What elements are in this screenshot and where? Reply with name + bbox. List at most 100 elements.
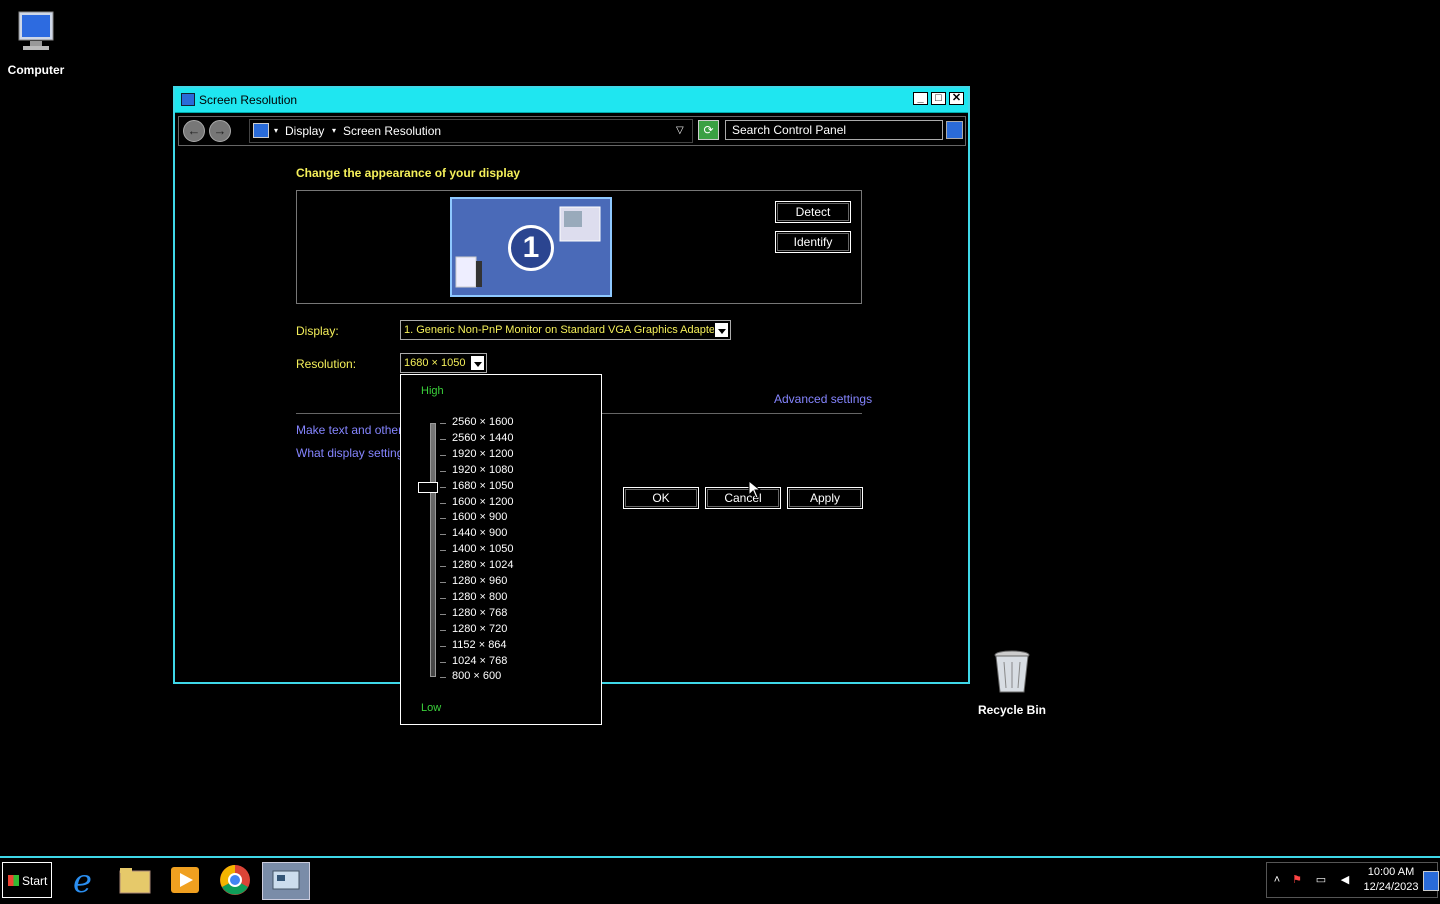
action-center-icon[interactable]: ⚑ bbox=[1290, 873, 1304, 887]
chevron-down-icon[interactable] bbox=[470, 355, 485, 371]
cancel-button[interactable]: Cancel bbox=[705, 487, 781, 509]
recycle-bin-icon bbox=[994, 650, 1030, 693]
resolution-option[interactable]: 1152 × 864 bbox=[452, 639, 507, 651]
identify-button[interactable]: Identify bbox=[775, 231, 851, 253]
resolution-option[interactable]: 1680 × 1050 bbox=[452, 480, 513, 492]
desktop-icon-recycle-bin[interactable]: Recycle Bin bbox=[972, 648, 1052, 717]
search-input[interactable]: Search Control Panel bbox=[725, 120, 943, 140]
display-select-value: 1. Generic Non-PnP Monitor on Standard V… bbox=[404, 324, 719, 336]
close-button[interactable]: ✕ bbox=[949, 92, 964, 105]
slider-tick bbox=[440, 486, 446, 488]
resolution-option[interactable]: 2560 × 1440 bbox=[452, 432, 513, 444]
window-title: Screen Resolution bbox=[199, 93, 298, 107]
forward-button[interactable]: → bbox=[209, 120, 231, 142]
slider-tick bbox=[440, 566, 446, 568]
network-icon[interactable]: ▭ bbox=[1314, 873, 1328, 887]
address-bar: ← → ▾ Display ▾ Screen Resolution ▽ ⟳ Se… bbox=[178, 116, 966, 146]
mouse-cursor-icon bbox=[748, 480, 762, 499]
desktop-icon-computer[interactable]: Computer bbox=[0, 8, 76, 77]
slider-tick bbox=[440, 423, 446, 424]
breadcrumb-chevron-icon: ▾ bbox=[332, 126, 337, 135]
back-button[interactable]: ← bbox=[183, 120, 205, 142]
volume-icon[interactable]: ◀ bbox=[1338, 873, 1352, 887]
display-label: Display: bbox=[296, 324, 339, 338]
slider-thumb[interactable] bbox=[418, 481, 438, 493]
resolution-option[interactable]: 1920 × 1200 bbox=[452, 448, 513, 460]
slider-tick bbox=[440, 677, 446, 679]
display-app-icon bbox=[181, 93, 195, 106]
slider-tick bbox=[440, 661, 446, 663]
resolution-option[interactable]: 2560 × 1600 bbox=[452, 416, 513, 428]
chevron-down-icon[interactable] bbox=[714, 322, 729, 338]
resolution-option[interactable]: 1280 × 800 bbox=[452, 591, 507, 603]
slider-tick bbox=[440, 597, 446, 599]
high-label: High bbox=[421, 385, 444, 397]
resolution-option[interactable]: 1280 × 960 bbox=[452, 575, 507, 587]
search-placeholder: Search Control Panel bbox=[732, 123, 847, 137]
detect-button[interactable]: Detect bbox=[775, 201, 851, 223]
file-explorer-icon[interactable] bbox=[117, 862, 153, 898]
resolution-label: Resolution: bbox=[296, 357, 357, 371]
slider-tick bbox=[440, 534, 446, 536]
title-bar[interactable]: Screen Resolution _ □ ✕ bbox=[175, 88, 968, 113]
text-size-link[interactable]: Make text and other it bbox=[296, 423, 411, 437]
start-label: Start bbox=[22, 874, 48, 888]
taskbar: Start e ˄ ⚑ ▭ ◀ 10:00 AM 12/24/2023 bbox=[0, 856, 1440, 900]
slider-tick bbox=[440, 518, 446, 520]
desktop-icon-label: Recycle Bin bbox=[977, 703, 1047, 717]
slider-track bbox=[430, 423, 436, 677]
slider-tick bbox=[440, 550, 446, 552]
resolution-option[interactable]: 800 × 600 bbox=[452, 670, 501, 682]
start-button[interactable]: Start bbox=[2, 862, 52, 898]
maximize-button[interactable]: □ bbox=[931, 92, 946, 105]
breadcrumb-screen-resolution[interactable]: Screen Resolution bbox=[343, 124, 441, 138]
resolution-option[interactable]: 1920 × 1080 bbox=[452, 464, 513, 476]
resolution-option[interactable]: 1280 × 768 bbox=[452, 607, 507, 619]
monitor-preview-area: 1 Detect Identify bbox=[296, 190, 862, 304]
monitor-number: 1 bbox=[508, 225, 554, 271]
ok-button[interactable]: OK bbox=[623, 487, 699, 509]
resolution-select[interactable]: 1680 × 1050 bbox=[400, 353, 487, 373]
display-select[interactable]: 1. Generic Non-PnP Monitor on Standard V… bbox=[400, 320, 731, 340]
internet-explorer-icon[interactable]: e bbox=[67, 862, 103, 900]
clock-time: 10:00 AM bbox=[1367, 866, 1415, 878]
low-label: Low bbox=[421, 702, 442, 714]
breadcrumb-chevron-icon: ▾ bbox=[274, 126, 279, 135]
desktop-icon-label: Computer bbox=[7, 63, 65, 77]
display-settings-help-link[interactable]: What display settings bbox=[296, 446, 409, 460]
slider-tick bbox=[440, 613, 446, 615]
resolution-option[interactable]: 1400 × 1050 bbox=[452, 543, 513, 555]
advanced-settings-link[interactable]: Advanced settings bbox=[774, 392, 872, 406]
refresh-button[interactable]: ⟳ bbox=[698, 120, 719, 140]
slider-tick bbox=[440, 454, 446, 456]
apply-button[interactable]: Apply bbox=[787, 487, 863, 509]
chrome-icon[interactable] bbox=[217, 862, 253, 898]
resolution-option[interactable]: 1024 × 768 bbox=[452, 655, 507, 667]
system-tray: ˄ ⚑ ▭ ◀ 10:00 AM 12/24/2023 bbox=[1266, 862, 1439, 898]
resolution-option[interactable]: 1600 × 900 bbox=[452, 511, 507, 523]
resolution-option[interactable]: 1600 × 1200 bbox=[452, 496, 513, 508]
resolution-option[interactable]: 1440 × 900 bbox=[452, 527, 507, 539]
page-heading: Change the appearance of your display bbox=[296, 166, 521, 180]
slider-tick bbox=[440, 438, 446, 440]
minimize-button[interactable]: _ bbox=[913, 92, 928, 105]
history-dropdown-icon[interactable]: ▽ bbox=[676, 125, 684, 136]
resolution-option[interactable]: 1280 × 1024 bbox=[452, 559, 513, 571]
control-panel-icon bbox=[253, 123, 269, 138]
show-desktop-button[interactable] bbox=[1423, 871, 1439, 891]
media-player-icon[interactable] bbox=[167, 862, 203, 898]
control-panel-taskbar-icon[interactable] bbox=[262, 862, 310, 900]
slider-tick bbox=[440, 629, 446, 631]
resolution-option[interactable]: 1280 × 720 bbox=[452, 623, 507, 635]
slider-tick bbox=[440, 502, 446, 504]
clock[interactable]: 10:00 AM 12/24/2023 bbox=[1359, 865, 1423, 895]
computer-icon bbox=[18, 11, 54, 50]
show-hidden-icons-icon[interactable]: ˄ bbox=[1270, 873, 1284, 887]
monitor-1-preview[interactable]: 1 bbox=[450, 197, 612, 297]
breadcrumb[interactable]: ▾ Display ▾ Screen Resolution ▽ bbox=[249, 119, 693, 143]
breadcrumb-display[interactable]: Display bbox=[285, 124, 324, 138]
slider-tick bbox=[440, 645, 446, 647]
search-icon[interactable] bbox=[946, 121, 963, 139]
resolution-select-value: 1680 × 1050 bbox=[404, 357, 466, 369]
resolution-dropdown: High 2560 × 1600 2560 × 1440 1920 × 1200 19… bbox=[400, 374, 602, 725]
